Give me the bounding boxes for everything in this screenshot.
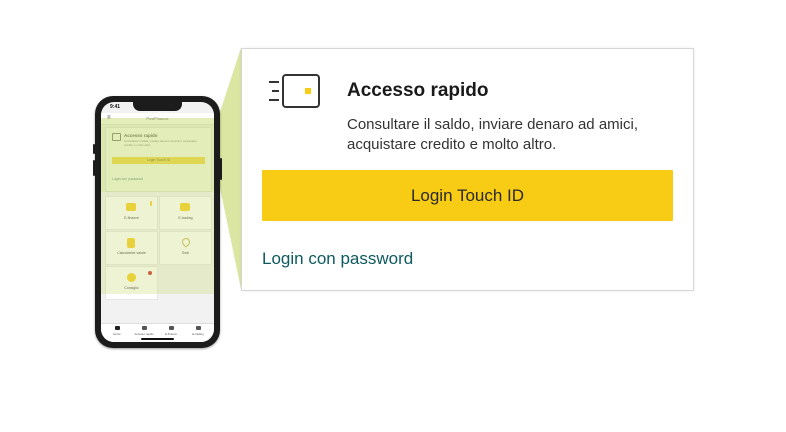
tab-etrading[interactable]: E-trading <box>185 326 211 336</box>
trading-icon <box>195 326 201 330</box>
tab-quick-access[interactable]: Accesso rapido <box>131 326 157 336</box>
laptop-icon <box>168 326 174 330</box>
phone-screen: 9:41 ≡ PostFinance Accesso rapido Consul… <box>101 102 214 342</box>
tab-label: Accesso rapido <box>134 332 154 336</box>
tab-label: E-finance <box>165 332 177 336</box>
login-touch-id-button[interactable]: Login Touch ID <box>262 170 673 221</box>
card-swipe-icon <box>269 74 320 108</box>
phone-tab-bar: Home Accesso rapido E-finance E-trading <box>101 323 214 342</box>
login-password-link[interactable]: Login con password <box>262 249 413 269</box>
quick-access-card: Accesso rapido Consultare il saldo, invi… <box>241 48 694 291</box>
home-icon <box>114 326 120 330</box>
tab-home[interactable]: Home <box>104 326 130 336</box>
tab-efinance[interactable]: E-finance <box>158 326 184 336</box>
signal-icon <box>192 105 206 118</box>
phone-notch <box>133 102 182 111</box>
home-indicator <box>141 338 174 340</box>
quick-access-highlight-lower <box>101 192 214 294</box>
phone-mockup: 9:41 ≡ PostFinance Accesso rapido Consul… <box>93 96 222 348</box>
tab-label: E-trading <box>192 332 204 336</box>
card-description: Consultare il saldo, inviare denaro ad a… <box>347 116 638 153</box>
card-title: Accesso rapido <box>347 80 489 101</box>
card-icon <box>141 326 147 330</box>
quick-access-highlight <box>101 118 214 192</box>
status-time: 9:41 <box>110 104 121 110</box>
tab-label: Home <box>113 332 121 336</box>
